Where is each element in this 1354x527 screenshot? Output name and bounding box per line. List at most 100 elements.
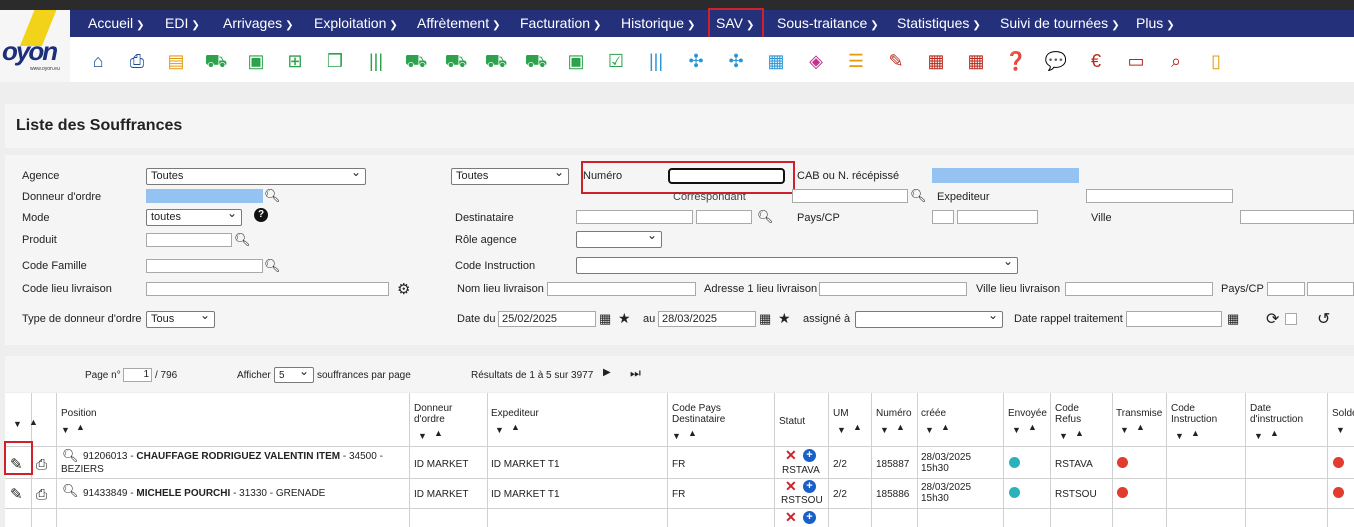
nav-sous-traitance[interactable]: Sous-traitance ❯ — [777, 10, 879, 37]
print-icon[interactable]: ⎙ — [36, 486, 47, 503]
sort-down-icon[interactable]: ▼ — [1059, 431, 1068, 441]
search-icon[interactable]: 🔍︎ — [757, 209, 774, 225]
box-info-icon[interactable]: ▣ — [563, 50, 589, 72]
sort-down-icon[interactable]: ▼ — [1175, 431, 1184, 441]
nav-affretement[interactable]: Affrètement ❯ — [417, 10, 501, 37]
nav-exploitation[interactable]: Exploitation ❯ — [314, 10, 398, 37]
nav-accueil[interactable]: Accueil ❯ — [88, 10, 145, 37]
close-icon[interactable]: ✕ — [785, 509, 797, 526]
add-icon[interactable]: + — [803, 449, 816, 462]
agence-select[interactable]: Toutes — [146, 165, 366, 185]
date-rappel-input[interactable] — [1126, 311, 1222, 327]
calendar-icon[interactable]: ▦ — [1227, 311, 1239, 327]
nav-plus[interactable]: Plus ❯ — [1136, 10, 1175, 37]
date-au-input[interactable]: 28/03/2025 — [658, 311, 756, 327]
trucks-icon[interactable]: ⛟ — [483, 50, 509, 72]
sort-up-icon[interactable]: ▲ — [1075, 428, 1084, 438]
next-page-icon[interactable]: ▶ — [603, 367, 611, 378]
gear-icon[interactable]: ⚙ — [397, 280, 410, 298]
sort-down-icon[interactable]: ▼ — [880, 425, 889, 435]
barcode-icon[interactable]: ||| — [363, 50, 389, 72]
search-icon[interactable]: 🔍︎ — [910, 188, 927, 204]
cubes-alt-icon[interactable]: ✣ — [723, 50, 749, 72]
calendar-clock-icon[interactable]: ▦ — [963, 50, 989, 72]
add-icon[interactable]: + — [803, 480, 816, 493]
reset-icon[interactable]: ↺ — [1317, 309, 1330, 329]
print-icon[interactable]: ⎙ — [124, 50, 150, 72]
sort-down-icon[interactable]: ▼ — [1254, 431, 1263, 441]
nav-edi[interactable]: EDI ❯ — [165, 10, 200, 37]
close-icon[interactable]: ✕ — [785, 478, 797, 495]
nom-lieu-input[interactable] — [547, 282, 696, 296]
calendar-info-icon[interactable]: ▦ — [763, 50, 789, 72]
sort-down-icon[interactable]: ▼ — [418, 431, 427, 441]
star-icon[interactable]: ★ — [618, 310, 631, 327]
destinataire-code-input[interactable] — [696, 210, 752, 224]
sort-down-icon[interactable]: ▼ — [837, 425, 846, 435]
sort-up-icon[interactable]: ▲ — [29, 417, 38, 427]
sort-down-icon[interactable]: ▼ — [1336, 425, 1345, 435]
sort-up-icon[interactable]: ▲ — [1028, 422, 1037, 432]
signature-icon[interactable]: ✎ — [883, 50, 909, 72]
auto-refresh-checkbox[interactable] — [1285, 313, 1297, 325]
company-logo[interactable]: oyon www.oyon.eu — [0, 10, 70, 82]
nav-statistiques[interactable]: Statistiques ❯ — [897, 10, 981, 37]
barcode-info-icon[interactable]: ||| — [643, 50, 669, 72]
search-icon[interactable]: 🔍︎ — [62, 448, 79, 464]
agence-scope-select[interactable]: Toutes — [451, 165, 569, 185]
adresse-lieu-input[interactable] — [819, 282, 967, 296]
sort-down-icon[interactable]: ▼ — [672, 431, 681, 441]
sort-down-icon[interactable]: ▼ — [1120, 425, 1129, 435]
add-icon[interactable]: + — [803, 511, 816, 524]
truck-fast-icon[interactable]: ⛟ — [523, 50, 549, 72]
ville-input[interactable] — [1240, 210, 1354, 224]
calendar-icon[interactable]: ▦ — [923, 50, 949, 72]
search-icon[interactable]: 🔍︎ — [264, 258, 281, 274]
sort-down-icon[interactable]: ▼ — [61, 425, 70, 435]
sort-up-icon[interactable]: ▲ — [941, 422, 950, 432]
nav-arrivages[interactable]: Arrivages ❯ — [223, 10, 294, 37]
monitor-arrow-icon[interactable]: ▭ — [1123, 50, 1149, 72]
sort-up-icon[interactable]: ▲ — [1270, 428, 1279, 438]
close-icon[interactable]: ✕ — [785, 447, 797, 464]
box-add-icon[interactable]: ⊞ — [282, 50, 308, 72]
search-icon[interactable]: 🔍︎ — [62, 483, 79, 499]
box-question-icon[interactable]: ❓ — [1003, 50, 1029, 72]
print-icon[interactable]: ⎙ — [36, 456, 47, 473]
boxes-icon[interactable]: ❒ — [322, 50, 348, 72]
code-instruction-select[interactable] — [576, 254, 1018, 274]
nav-suivi-tournees[interactable]: Suivi de tournées ❯ — [1000, 10, 1120, 37]
sort-down-icon[interactable]: ▼ — [495, 425, 504, 435]
role-select[interactable] — [576, 228, 662, 248]
sort-up-icon[interactable]: ▲ — [1136, 422, 1145, 432]
document-icon[interactable]: ▤ — [163, 50, 189, 72]
truck-load-icon[interactable]: ⛟ — [443, 50, 469, 72]
mobile-truck-icon[interactable]: ▯ — [1203, 50, 1229, 72]
expediteur-input[interactable] — [1086, 189, 1233, 203]
code-famille-input[interactable] — [146, 259, 263, 273]
box-icon[interactable]: ▣ — [243, 50, 269, 72]
calendar-icon[interactable]: ▦ — [759, 311, 771, 327]
produit-input[interactable] — [146, 233, 232, 247]
sort-down-icon[interactable]: ▼ — [925, 425, 934, 435]
per-page-select[interactable]: 5 — [274, 364, 314, 383]
sort-up-icon[interactable]: ▲ — [76, 422, 85, 432]
check-square-icon[interactable]: ☑ — [603, 50, 629, 72]
sort-up-icon[interactable]: ▲ — [1191, 428, 1200, 438]
sort-up-icon[interactable]: ▲ — [688, 428, 697, 438]
ville-lieu-input[interactable] — [1065, 282, 1213, 296]
search-icon[interactable]: 🔍︎ — [234, 232, 251, 248]
sort-down-icon[interactable]: ▼ — [1012, 425, 1021, 435]
sort-up-icon[interactable]: ▲ — [896, 422, 905, 432]
cubes-icon[interactable]: ✣ — [683, 50, 709, 72]
mode-select[interactable]: toutes — [146, 206, 242, 226]
refresh-icon[interactable]: ⟳ — [1266, 309, 1279, 329]
truck-icon[interactable]: ⛟ — [203, 50, 229, 72]
star-icon[interactable]: ★ — [778, 310, 791, 327]
pays2-input[interactable] — [1267, 282, 1305, 296]
help-icon[interactable]: ? — [254, 208, 268, 222]
search-icon[interactable]: 🔍︎ — [264, 188, 281, 204]
nav-facturation[interactable]: Facturation ❯ — [520, 10, 601, 37]
sort-up-icon[interactable]: ▲ — [511, 422, 520, 432]
box-euro-icon[interactable]: ◈ — [803, 50, 829, 72]
